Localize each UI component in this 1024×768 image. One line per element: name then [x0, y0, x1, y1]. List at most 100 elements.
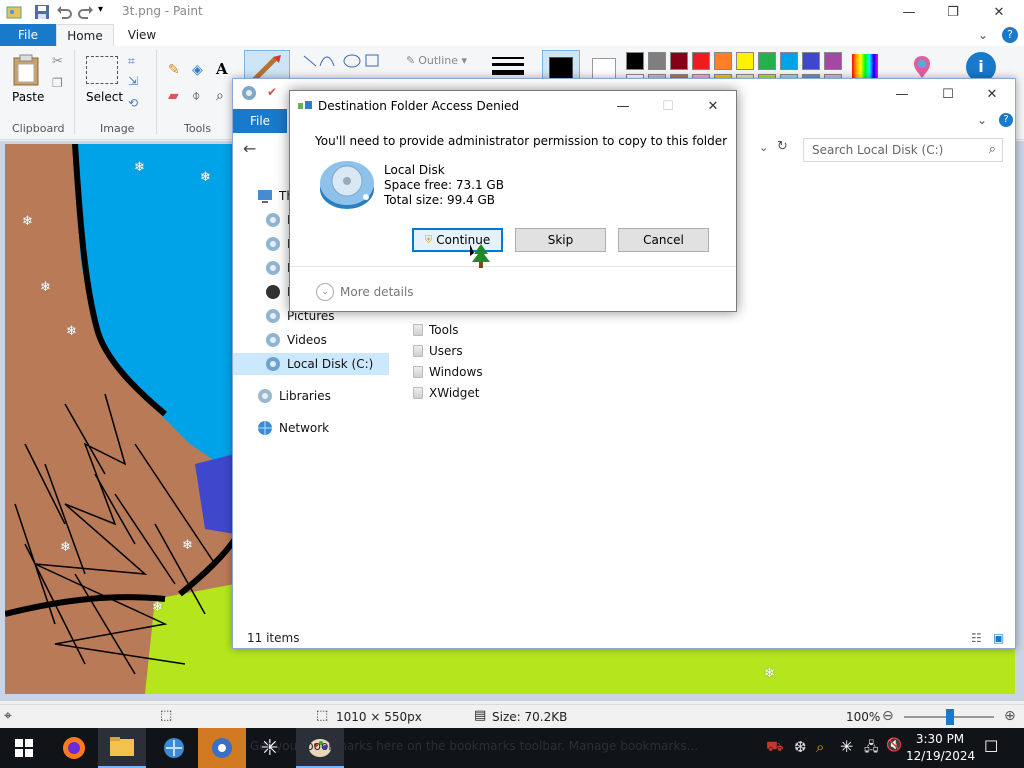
file-explorer-icon[interactable]	[98, 728, 146, 768]
rotate-icon[interactable]: ⟲	[128, 96, 138, 110]
large-icons-view-icon[interactable]: ▣	[993, 631, 1004, 645]
nav-label: Libraries	[279, 389, 331, 403]
search-icon: ⌕	[988, 142, 996, 157]
firefox-icon[interactable]	[50, 728, 98, 768]
nav-libraries[interactable]: Libraries	[257, 385, 331, 407]
notifications-icon[interactable]: ☐	[984, 737, 998, 756]
paste-button[interactable]: Paste	[12, 90, 44, 104]
cancel-button[interactable]: Cancel	[618, 228, 709, 252]
properties-icon[interactable]: ✔	[267, 85, 277, 99]
xwidget-icon[interactable]	[198, 728, 246, 768]
select-icon[interactable]	[86, 56, 118, 84]
zoom-slider-thumb[interactable]	[946, 709, 954, 725]
zoom-in-button[interactable]: ⊕	[1004, 708, 1016, 724]
customize-quick-access-icon[interactable]: ▾	[98, 4, 114, 20]
nav-label: Videos	[287, 333, 327, 347]
text-icon[interactable]: A	[216, 60, 228, 78]
explorer-search-input[interactable]: Search Local Disk (C:) ⌕	[803, 138, 1003, 162]
crop-icon[interactable]: ⌗	[128, 54, 135, 69]
drive-space-free: Space free: 73.1 GB	[384, 178, 504, 192]
tab-home[interactable]: Home	[56, 24, 114, 46]
pencil-icon[interactable]: ✎	[168, 62, 180, 78]
list-item[interactable]: XWidget	[413, 383, 479, 403]
palette-swatch[interactable]	[802, 52, 820, 70]
explorer-minimize-button[interactable]: —	[879, 79, 925, 109]
save-icon[interactable]	[34, 4, 50, 20]
dialog-close-button[interactable]: ✕	[690, 91, 736, 121]
copy-icon[interactable]: ❐	[52, 76, 63, 90]
skip-button[interactable]: Skip	[515, 228, 606, 252]
details-view-icon[interactable]: ☷	[971, 631, 982, 645]
dialog-title: Destination Folder Access Denied	[318, 99, 520, 113]
network-app-icon[interactable]	[150, 728, 198, 768]
fill-icon[interactable]: ◈	[192, 62, 203, 78]
palette-swatch[interactable]	[758, 52, 776, 70]
start-button[interactable]	[0, 728, 48, 768]
ribbon-collapse-icon[interactable]: ⌄	[978, 28, 988, 42]
paint-minimize-button[interactable]: —	[886, 0, 932, 24]
drive-name: Local Disk	[384, 163, 445, 177]
nav-local-disk[interactable]: Local Disk (C:)	[233, 353, 389, 375]
snowflake-icon: ❄	[60, 540, 71, 555]
dialog-minimize-button[interactable]: —	[600, 91, 646, 121]
more-details-toggle[interactable]: ⌄ More details	[316, 283, 414, 301]
nav-videos[interactable]: Videos	[265, 329, 327, 351]
tab-file[interactable]: File	[0, 24, 56, 46]
edit-colors-icon[interactable]	[852, 54, 878, 80]
nav-network[interactable]: Network	[257, 417, 329, 439]
palette-swatch[interactable]	[736, 52, 754, 70]
palette-swatch[interactable]	[780, 52, 798, 70]
select-button[interactable]: Select	[86, 90, 123, 104]
explorer-close-button[interactable]: ✕	[969, 79, 1015, 109]
cut-icon[interactable]: ✂	[52, 54, 63, 69]
size-button[interactable]	[492, 56, 524, 78]
explorer-help-icon[interactable]: ?	[999, 113, 1013, 127]
explorer-tab-file[interactable]: File	[233, 109, 287, 133]
uac-shield-icon: ⛨	[424, 234, 433, 246]
list-item[interactable]: Tools	[413, 320, 459, 340]
eraser-icon[interactable]: ▰	[168, 88, 179, 104]
palette-swatch[interactable]	[714, 52, 732, 70]
clock-time: 3:30 PM	[915, 732, 965, 746]
explorer-expand-ribbon-icon[interactable]: ⌄	[977, 113, 987, 127]
address-dropdown-icon[interactable]: ⌄	[759, 141, 768, 154]
palette-swatch[interactable]	[648, 52, 666, 70]
tray-search-icon[interactable]: ⌕	[816, 738, 824, 756]
list-item[interactable]: Users	[413, 341, 463, 361]
tab-view[interactable]: View	[116, 24, 168, 46]
taskbar-clock[interactable]: 3:30 PM 12/19/2024	[906, 731, 975, 765]
this-pc-icon	[257, 188, 273, 204]
help-icon[interactable]: ?	[1002, 27, 1018, 43]
palette-swatch[interactable]	[824, 52, 842, 70]
palette-swatch[interactable]	[692, 52, 710, 70]
paint-app-icon	[6, 4, 22, 20]
volume-muted-icon[interactable]: 🔇	[886, 738, 902, 753]
palette-swatch[interactable]	[670, 52, 688, 70]
magnifier-icon[interactable]: ⌕	[216, 88, 224, 104]
drive-icon	[265, 260, 281, 276]
undo-icon[interactable]	[56, 4, 72, 20]
palette-swatch[interactable]	[626, 52, 644, 70]
paste-icon[interactable]	[12, 54, 40, 86]
image-group-label: Image	[100, 122, 135, 135]
redo-icon[interactable]	[78, 4, 94, 20]
list-item[interactable]: Windows	[413, 362, 483, 382]
tray-app-icon[interactable]: ⛟	[766, 739, 784, 757]
color-picker-icon[interactable]: ⌽	[192, 88, 200, 104]
paint-close-button[interactable]: ✕	[976, 0, 1022, 24]
outline-dropdown[interactable]: ✎ Outline ▾	[406, 54, 467, 67]
paint-maximize-button[interactable]: ❐	[930, 0, 976, 24]
tray-snowflake-icon[interactable]: ✳	[840, 737, 853, 756]
refresh-icon[interactable]: ↻	[777, 139, 788, 154]
resize-icon[interactable]: ⇲	[128, 74, 138, 88]
drive-icon	[265, 212, 281, 228]
videos-icon	[265, 332, 281, 348]
folder-icon	[413, 387, 423, 399]
back-arrow-icon[interactable]: ←	[243, 139, 256, 158]
tray-network-icon[interactable]: 🖧	[864, 738, 879, 760]
explorer-maximize-button[interactable]: ☐	[925, 79, 971, 109]
tray-snow-icon[interactable]: ❆	[794, 738, 807, 756]
zoom-out-button[interactable]: ⊖	[882, 708, 894, 724]
paint3d-icon[interactable]	[910, 54, 934, 80]
network-icon	[257, 420, 273, 436]
